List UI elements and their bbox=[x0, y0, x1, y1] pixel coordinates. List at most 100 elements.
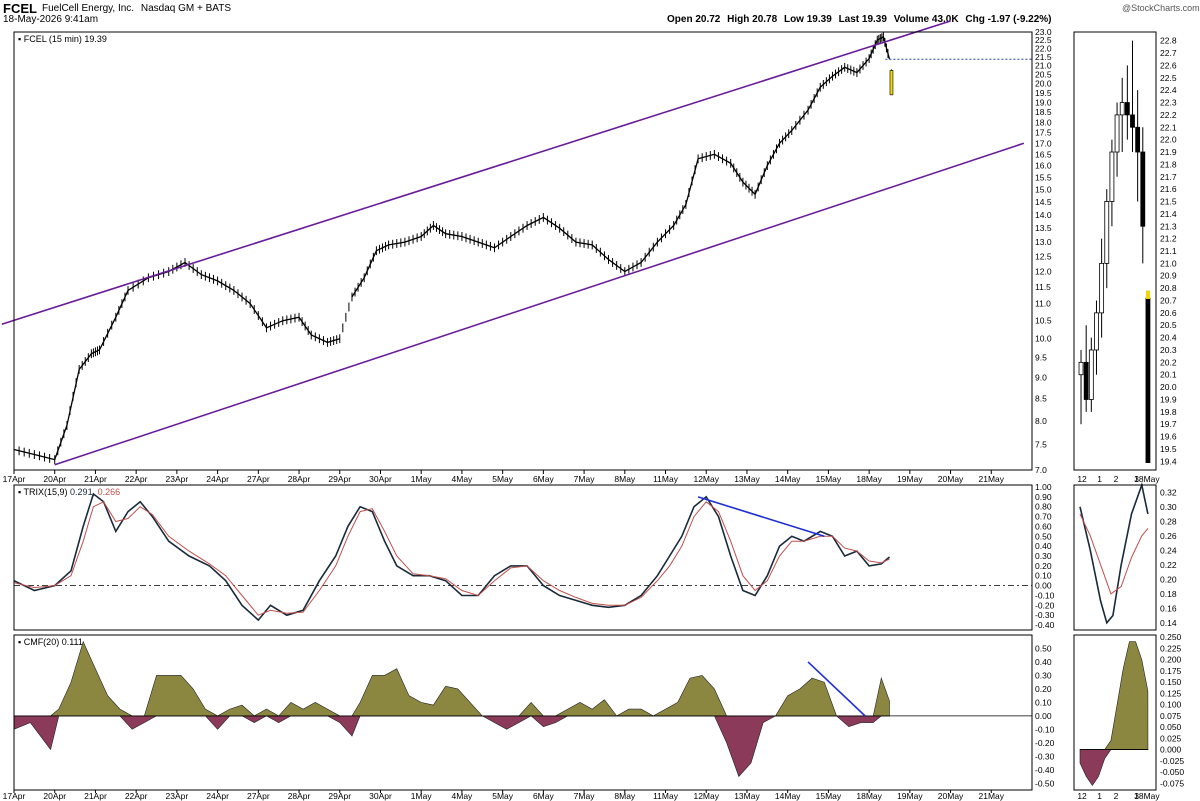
side-price-y-tick-label: 22.1 bbox=[1160, 122, 1177, 132]
trix-y-tick-label: -0.40 bbox=[1035, 620, 1055, 630]
trix-y-tick-label: 0.40 bbox=[1035, 541, 1052, 551]
trix-y-tick-label: 0.10 bbox=[1035, 571, 1052, 581]
channel-lower-line bbox=[54, 142, 1025, 466]
cmf-x-tick-label: 20Apr bbox=[43, 791, 66, 801]
side-cmf-y-tick-label: 0.125 bbox=[1160, 688, 1182, 698]
cmf-x-tick-label: 8May bbox=[614, 791, 636, 801]
price-y-tick-label: 12.0 bbox=[1035, 267, 1052, 277]
side-price-y-tick-label: 22.7 bbox=[1160, 48, 1177, 58]
price-y-tick-label: 10.0 bbox=[1035, 334, 1052, 344]
side-trix-y-tick-label: 0.22 bbox=[1160, 560, 1177, 570]
cmf-y-tick-label: -0.40 bbox=[1035, 765, 1055, 775]
cmf-y-tick-label: -0.20 bbox=[1035, 738, 1055, 748]
cmf-y-tick-label: 0.50 bbox=[1035, 643, 1052, 653]
side-cmf-y-tick-label: 0.075 bbox=[1160, 711, 1182, 721]
cmf-y-tick-label: 0.30 bbox=[1035, 670, 1052, 680]
side-price-y-tick-label: 20.8 bbox=[1160, 283, 1177, 293]
side-price-bar-body bbox=[1099, 262, 1105, 314]
side-price-x-tick-label: 12 bbox=[1077, 474, 1087, 484]
side-price-y-tick-label: 21.9 bbox=[1160, 147, 1177, 157]
price-y-tick-label: 20.5 bbox=[1035, 69, 1052, 79]
price-x-tick-label: 29Apr bbox=[328, 474, 351, 484]
price-y-tick-label: 17.0 bbox=[1035, 138, 1052, 148]
side-cmf-y-tick-label: -0.025 bbox=[1160, 756, 1184, 766]
side-price-y-tick-label: 19.8 bbox=[1160, 407, 1177, 417]
trix-y-tick-label: 0.70 bbox=[1035, 512, 1052, 522]
price-y-tick-label: 18.0 bbox=[1035, 117, 1052, 127]
price-x-tick-label: 21May bbox=[979, 474, 1005, 484]
side-cmf-positive-area bbox=[1079, 641, 1149, 750]
trix-y-tick-label: 0.20 bbox=[1035, 561, 1052, 571]
price-x-tick-label: 5May bbox=[492, 474, 514, 484]
trix-divergence-line bbox=[697, 496, 825, 538]
side-trix-y-tick-label: 0.16 bbox=[1160, 603, 1177, 613]
side-cmf-y-tick-label: 0.150 bbox=[1160, 677, 1182, 687]
side-price-y-tick-label: 22.6 bbox=[1160, 60, 1177, 70]
price-y-tick-label: 8.5 bbox=[1035, 394, 1047, 404]
side-cmf-y-tick-label: -0.075 bbox=[1160, 778, 1184, 788]
side-cmf-y-tick-label: 0.100 bbox=[1160, 700, 1182, 710]
side-trix-y-tick-label: 0.14 bbox=[1160, 618, 1177, 628]
side-cmf-x-tick-label: 18May bbox=[1134, 791, 1160, 801]
trix-y-tick-label: -0.30 bbox=[1035, 610, 1055, 620]
side-price-y-tick-label: 21.4 bbox=[1160, 209, 1177, 219]
side-price-y-tick-label: 22.5 bbox=[1160, 73, 1177, 83]
side-price-y-tick-label: 20.3 bbox=[1160, 345, 1177, 355]
price-y-tick-label: 17.5 bbox=[1035, 128, 1052, 138]
side-price-bar-body bbox=[1109, 151, 1115, 202]
price-y-tick-label: 9.0 bbox=[1035, 372, 1047, 382]
cmf-y-tick-label: 0.20 bbox=[1035, 684, 1052, 694]
cmf-x-tick-label: 15May bbox=[816, 791, 842, 801]
price-y-tick-label: 16.5 bbox=[1035, 149, 1052, 159]
price-x-tick-label: 4May bbox=[452, 474, 474, 484]
trix-y-tick-label: 0.00 bbox=[1035, 581, 1052, 591]
cmf-x-tick-label: 20May bbox=[938, 791, 964, 801]
side-price-y-tick-label: 19.9 bbox=[1160, 394, 1177, 404]
side-cmf-y-tick-label: 0.200 bbox=[1160, 655, 1182, 665]
side-price-bar-body bbox=[1094, 312, 1099, 351]
side-price-y-tick-label: 20.9 bbox=[1160, 271, 1177, 281]
trix-signal-line bbox=[13, 501, 890, 616]
side-cmf-x-tick-label: 1 bbox=[1097, 791, 1102, 801]
side-trix-signal-line bbox=[1079, 513, 1149, 595]
price-x-tick-label: 20May bbox=[938, 474, 964, 484]
price-y-tick-label: 15.5 bbox=[1035, 172, 1052, 182]
side-cmf-y-tick-label: 0.050 bbox=[1160, 722, 1182, 732]
side-price-x-tick-label: 2 bbox=[1114, 474, 1119, 484]
side-cmf-y-tick-label: 0.175 bbox=[1160, 666, 1182, 676]
side-price-y-tick-label: 20.0 bbox=[1160, 382, 1177, 392]
side-trix-y-tick-label: 0.20 bbox=[1160, 574, 1177, 584]
price-x-tick-label: 13May bbox=[734, 474, 760, 484]
cmf-x-tick-label: 17Apr bbox=[3, 791, 26, 801]
cmf-x-tick-label: 27Apr bbox=[247, 791, 270, 801]
price-y-tick-label: 7.0 bbox=[1035, 465, 1047, 475]
cmf-x-tick-label: 24Apr bbox=[206, 791, 229, 801]
side-price-y-tick-label: 21.5 bbox=[1160, 197, 1177, 207]
cmf-y-tick-label: -0.10 bbox=[1035, 724, 1055, 734]
price-y-tick-label: 14.5 bbox=[1035, 197, 1052, 207]
price-x-tick-label: 24Apr bbox=[206, 474, 229, 484]
side-price-bar-body bbox=[1119, 102, 1125, 116]
trix-value: 0.291, bbox=[70, 487, 98, 497]
price-x-tick-label: 6May bbox=[533, 474, 555, 484]
side-price-bar-body bbox=[1078, 361, 1084, 376]
price-y-tick-label: 15.0 bbox=[1035, 184, 1052, 194]
cmf-legend: ▪ CMF(20) 0.111 bbox=[18, 637, 83, 647]
side-price-y-tick-label: 22.3 bbox=[1160, 98, 1177, 108]
price-x-tick-label: 22Apr bbox=[125, 474, 148, 484]
cmf-x-tick-label: 7May bbox=[574, 791, 596, 801]
cmf-x-tick-label: 11May bbox=[653, 791, 679, 801]
trix-y-tick-label: 1.00 bbox=[1035, 482, 1052, 492]
trix-line bbox=[13, 492, 891, 622]
price-y-tick-label: 18.5 bbox=[1035, 107, 1052, 117]
last-bar-body bbox=[889, 70, 894, 96]
cmf-x-tick-label: 28Apr bbox=[288, 791, 311, 801]
side-price-y-tick-label: 22.2 bbox=[1160, 110, 1177, 120]
price-y-tick-label: 20.0 bbox=[1035, 78, 1052, 88]
side-trix-y-tick-label: 0.30 bbox=[1160, 502, 1177, 512]
price-y-tick-label: 19.5 bbox=[1035, 88, 1052, 98]
side-cmf-y-tick-label: -0.050 bbox=[1160, 767, 1184, 777]
trix-legend: ▪ TRIX(15,9) 0.291, 0.266 bbox=[18, 487, 120, 497]
price-panel-frame bbox=[13, 31, 1033, 471]
side-price-y-tick-label: 21.0 bbox=[1160, 258, 1177, 268]
